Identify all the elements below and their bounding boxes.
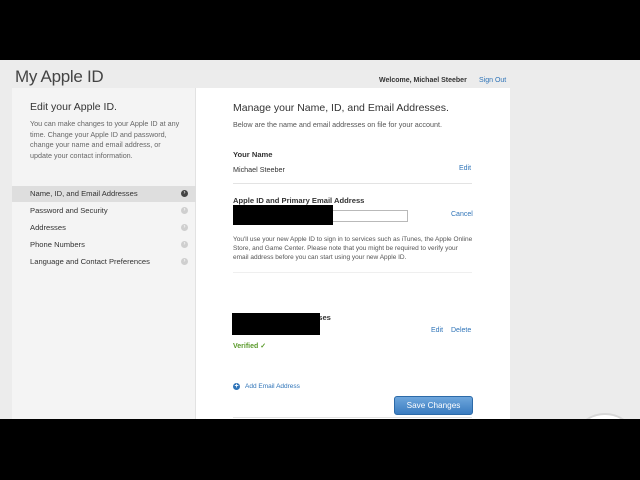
apple-id-label: Apple ID and Primary Email Address (233, 196, 365, 205)
cancel-link[interactable]: Cancel (451, 211, 473, 218)
sidebar-description: You can make changes to your Apple ID at… (30, 119, 180, 160)
divider (233, 417, 472, 418)
chevron-right-icon: › (181, 258, 188, 265)
sidebar-item-label: Addresses (30, 223, 66, 232)
sign-out-link[interactable]: Sign Out (479, 77, 506, 84)
site-title: My Apple ID (15, 67, 104, 86)
delete-address-link[interactable]: Delete (451, 327, 471, 334)
welcome-text: Welcome, Michael Steeber (379, 77, 467, 84)
chevron-right-icon: › (181, 190, 188, 197)
sidebar-item-label: Name, ID, and Email Addresses (30, 189, 138, 198)
sidebar-item-language-contact[interactable]: Language and Contact Preferences › (12, 254, 196, 270)
your-name-label: Your Name (233, 150, 273, 159)
sidebar: Edit your Apple ID. You can make changes… (12, 88, 196, 419)
sidebar-item-phone-numbers[interactable]: Phone Numbers › (12, 237, 196, 253)
browser-page: My Apple ID Welcome, Michael Steeber Sig… (0, 60, 640, 419)
divider (233, 272, 472, 273)
chevron-right-icon: › (181, 224, 188, 231)
sidebar-item-label: Language and Contact Preferences (30, 257, 150, 266)
redaction-block (232, 313, 320, 335)
add-circle-icon[interactable]: + (233, 383, 240, 390)
page-title: Manage your Name, ID, and Email Addresse… (233, 102, 449, 114)
save-changes-button[interactable]: Save Changes (394, 396, 473, 415)
verified-badge: Verified ✓ (233, 343, 267, 350)
divider (233, 183, 472, 184)
sidebar-item-password-security[interactable]: Password and Security › (12, 203, 196, 219)
chevron-right-icon: › (181, 241, 188, 248)
redaction-block (233, 205, 333, 225)
chevron-right-icon: › (181, 207, 188, 214)
edit-name-link[interactable]: Edit (459, 165, 471, 172)
sidebar-item-label: Phone Numbers (30, 240, 85, 249)
sidebar-item-addresses[interactable]: Addresses › (12, 220, 196, 236)
sidebar-item-label: Password and Security (30, 206, 108, 215)
main-panel: Manage your Name, ID, and Email Addresse… (196, 88, 510, 419)
sidebar-item-name-id-email[interactable]: Name, ID, and Email Addresses › (12, 186, 196, 202)
page-subtitle: Below are the name and email addresses o… (233, 120, 442, 129)
edit-address-link[interactable]: Edit (431, 327, 443, 334)
add-email-link[interactable]: Add Email Address (245, 383, 300, 390)
sidebar-title: Edit your Apple ID. (30, 101, 117, 113)
apple-id-note: You'll use your new Apple ID to sign in … (233, 236, 473, 261)
your-name-value: Michael Steeber (233, 165, 285, 174)
avatar (572, 413, 638, 419)
